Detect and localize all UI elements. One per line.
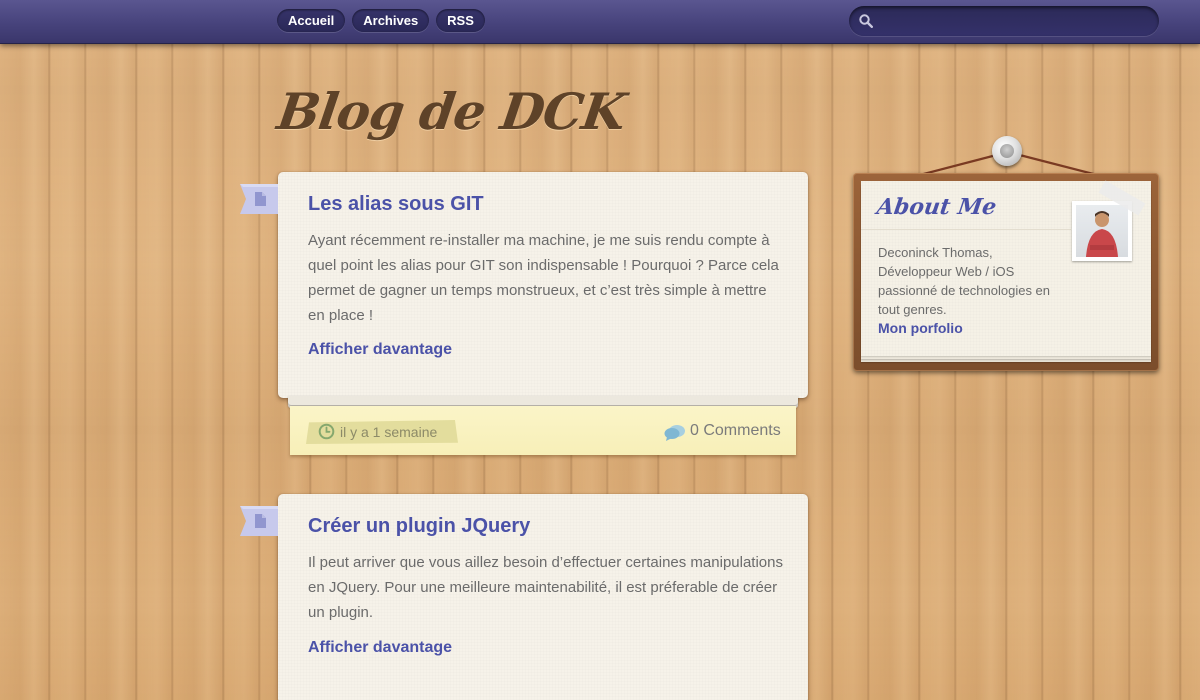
document-icon [240, 184, 278, 214]
nav-rss-button[interactable]: RSS [436, 9, 485, 32]
about-description: Deconinck Thomas, Développeur Web / iOS … [878, 243, 1068, 319]
person-icon [1086, 211, 1118, 257]
post-meta-bar: il y a 1 semaine 0 Comments [290, 406, 796, 455]
divider [861, 229, 1071, 230]
post-date: il y a 1 semaine [340, 424, 438, 440]
search-box[interactable] [849, 6, 1159, 36]
post-excerpt: Ayant récemment re-installer ma machine,… [308, 232, 779, 324]
document-icon [240, 506, 278, 536]
paper-stack-decoration [288, 396, 798, 405]
nav-archives-button[interactable]: Archives [352, 9, 430, 32]
about-line-3: passionné de technologies en tout genres… [878, 283, 1051, 317]
about-title: About Me [875, 194, 999, 220]
read-more-link[interactable]: Afficher davantage [308, 341, 452, 359]
search-icon [859, 14, 873, 28]
clock-icon [318, 423, 335, 440]
comments-link[interactable]: 0 Comments [690, 422, 781, 440]
main-nav: Accueil Archives RSS [277, 9, 485, 32]
pin-decoration [992, 136, 1022, 166]
nav-accueil-button[interactable]: Accueil [277, 9, 346, 32]
about-line-1: Deconinck Thomas, [878, 245, 993, 260]
comments-icon [664, 425, 685, 441]
portfolio-link[interactable]: Mon porfolio [878, 320, 963, 336]
blog-title[interactable]: Blog de DCK [274, 82, 629, 141]
top-navigation-bar: Accueil Archives RSS [0, 0, 1200, 44]
post-card: Créer un plugin JQuery Il peut arriver q… [240, 494, 808, 700]
avatar [1072, 201, 1132, 261]
post-title[interactable]: Les alias sous GIT [308, 193, 484, 216]
about-me-widget: About Me Deconinck Thomas, Développeur W… [861, 180, 1151, 356]
about-line-2: Développeur Web / iOS [878, 264, 1015, 279]
search-input[interactable] [881, 10, 1149, 32]
read-more-link[interactable]: Afficher davantage [308, 639, 452, 657]
post-card: Les alias sous GIT Ayant récemment re-in… [240, 172, 808, 398]
post-excerpt: Il peut arriver que vous aillez besoin d… [308, 554, 783, 621]
post-title[interactable]: Créer un plugin JQuery [308, 515, 530, 538]
